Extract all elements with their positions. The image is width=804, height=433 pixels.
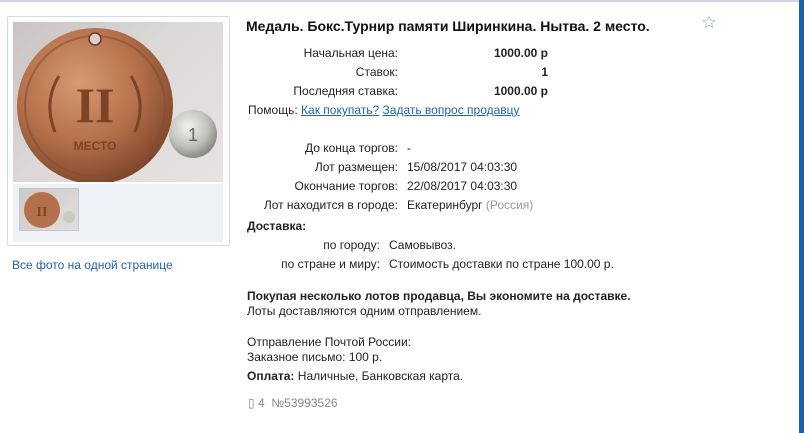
posted-value: 15/08/2017 04:03:30	[407, 160, 518, 174]
delivery-city-value: Самовывоз.	[389, 238, 457, 252]
time-left-row: До конца торгов: -	[0, 140, 804, 156]
delivery-city-label: по городу:	[323, 238, 380, 252]
bids-row: Ставок: 1	[0, 64, 804, 80]
payment-row: Оплата: Наличные, Банковская карта.	[247, 368, 463, 384]
lot-number: №53993526	[271, 396, 338, 410]
start-price-row: Начальная цена: 1000.00 р	[0, 45, 804, 61]
ask-seller-link[interactable]: Задать вопрос продавцу	[383, 103, 520, 117]
how-to-buy-link[interactable]: Как покупать?	[301, 103, 379, 117]
end-label: Окончание торгов:	[294, 179, 399, 193]
city-row: Лот находится в городе: Екатеринбург (Ро…	[0, 197, 804, 213]
views-count: 4	[257, 396, 265, 410]
lot-title: Медаль. Бокс.Турнир памяти Ширинкина. Ны…	[246, 18, 650, 34]
time-left-label: До конца торгов:	[304, 141, 398, 155]
posted-label: Лот размещен:	[314, 160, 398, 174]
views-icon: ▯	[248, 396, 255, 410]
post-price-line: Заказное письмо: 100 р.	[247, 350, 383, 364]
city-value-wrap: Екатеринбург (Россия)	[407, 197, 533, 213]
help-label: Помощь:	[248, 103, 298, 117]
delivery-city-row: по городу: Самовывоз.	[0, 237, 804, 253]
country-value: (Россия)	[485, 198, 534, 212]
combine-shipping-note: Покупая несколько лотов продавца, Вы эко…	[247, 289, 631, 303]
end-value: 22/08/2017 04:03:30	[407, 179, 518, 193]
bids-value: 1	[541, 65, 548, 79]
bids-label: Ставок:	[355, 65, 398, 79]
city-value: Екатеринбург	[407, 198, 483, 212]
payment-value: Наличные, Банковская карта.	[297, 369, 464, 383]
top-border	[0, 0, 799, 2]
delivery-country-row: по стране и миру: Стоимость доставки по …	[0, 256, 804, 272]
posted-row: Лот размещен: 15/08/2017 04:03:30	[0, 159, 804, 175]
city-label: Лот находится в городе:	[263, 198, 398, 212]
post-method-line: Отправление Почтой России:	[247, 335, 412, 349]
start-price-label: Начальная цена:	[303, 46, 398, 60]
help-row: Помощь: Как покупать? Задать вопрос прод…	[248, 102, 520, 118]
end-row: Окончание торгов: 22/08/2017 04:03:30	[0, 178, 804, 194]
delivery-heading: Доставка:	[247, 219, 307, 233]
start-price-value: 1000.00 р	[493, 46, 548, 60]
last-bid-label: Последняя ставка:	[293, 84, 398, 98]
lot-footer: ▯ 4 №53993526	[248, 396, 338, 410]
combine-shipping-detail: Лоты доставляются одним отправлением.	[247, 304, 482, 318]
favorite-star-icon[interactable]	[702, 15, 716, 32]
last-bid-value: 1000.00 р	[493, 84, 548, 98]
payment-label: Оплата:	[247, 369, 295, 383]
delivery-country-label: по стране и миру:	[281, 257, 380, 271]
last-bid-row: Последняя ставка: 1000.00 р	[0, 83, 804, 99]
delivery-country-value: Стоимость доставки по стране 100.00 р.	[389, 257, 614, 271]
time-left-value: -	[407, 141, 411, 155]
